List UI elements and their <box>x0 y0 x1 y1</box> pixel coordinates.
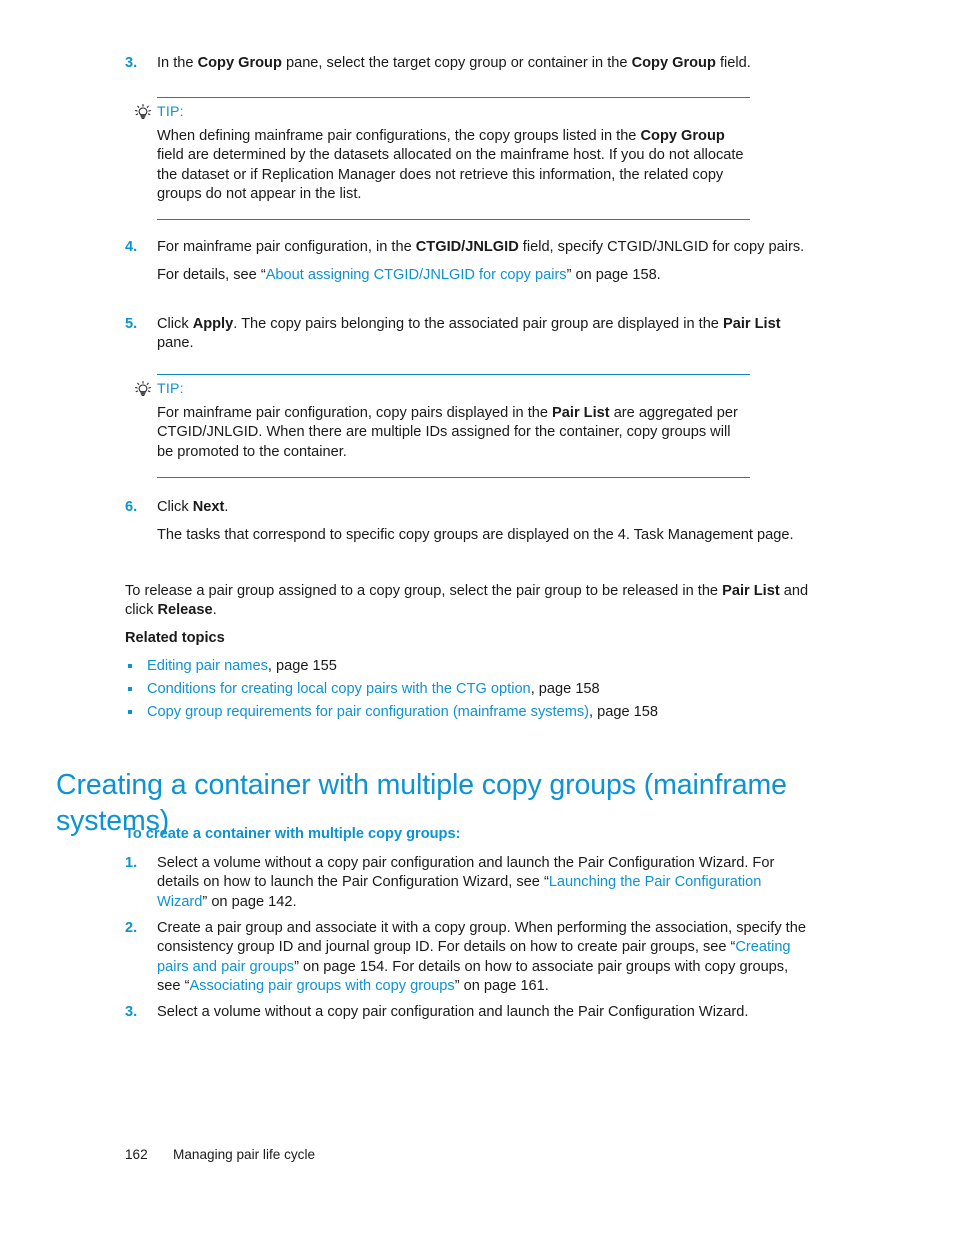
tip-rule-top <box>157 97 750 99</box>
step-continuation: The tasks that correspond to specific co… <box>157 527 794 544</box>
tip-label: TIP: <box>157 104 184 120</box>
list-item-step-3: 3. In the Copy Group pane, select the ta… <box>125 54 815 73</box>
step-number: 1. <box>125 855 138 871</box>
step-number: 3. <box>125 1004 138 1020</box>
tip-rule-top <box>157 374 750 376</box>
related-topics-heading: Related topics <box>125 630 225 646</box>
step-number: 2. <box>125 920 138 936</box>
tip-text-bold: Pair List <box>552 405 610 421</box>
list-item-section-step-3: 3. Select a volume without a copy pair c… <box>125 1003 815 1022</box>
paragraph-fragment: . <box>212 602 217 619</box>
tip-rule-bottom <box>157 477 750 479</box>
lightbulb-icon <box>133 103 153 123</box>
section-subheading: To create a container with multiple copy… <box>125 826 461 842</box>
step-text-fragment: pane, select the target copy group or co… <box>281 55 632 71</box>
lightbulb-icon <box>133 380 153 400</box>
list-item: Editing pair names, page 155 <box>125 655 825 678</box>
step-text-fragment: In the <box>157 55 198 71</box>
step-text: Select a volume without a copy pair conf… <box>157 854 815 912</box>
step-text-bold: Apply <box>192 316 234 332</box>
step-text: Select a volume without a copy pair conf… <box>157 1004 749 1020</box>
release-paragraph: To release a pair group assigned to a co… <box>125 582 815 621</box>
list-item: Conditions for creating local copy pairs… <box>125 678 825 701</box>
step-text-bold: Copy Group <box>631 55 716 71</box>
step-text-bold: Pair List <box>722 316 781 332</box>
step-text-fragment: . <box>224 499 229 515</box>
step-text-fragment: ” on page 142. <box>202 893 297 910</box>
link-associating-pair-groups-with-copy-groups[interactable]: Associating pair groups with copy groups <box>189 978 454 994</box>
related-topics-list: Editing pair names, page 155 Conditions … <box>125 655 825 723</box>
step-number: 3. <box>125 55 138 71</box>
list-item: Copy group requirements for pair configu… <box>125 701 825 724</box>
step-text-bold: Next <box>192 499 225 515</box>
paragraph-bold: Pair List <box>722 583 780 599</box>
step-text-fragment: For mainframe pair configuration, in the <box>157 239 416 255</box>
step-text-fragment: field, specify CTGID/JNLGID for copy pai… <box>518 239 805 255</box>
tip-label: TIP: <box>157 381 184 397</box>
tip-body: For mainframe pair configuration, copy p… <box>157 404 750 462</box>
step-number: 5. <box>125 316 138 332</box>
step-number: 4. <box>125 239 138 255</box>
link-about-assigning-ctgid-jnlgid[interactable]: About assigning CTGID/JNLGID for copy pa… <box>266 267 567 283</box>
step-text-fragment: ” on page 158. <box>566 267 661 284</box>
step-text: Create a pair group and associate it wit… <box>157 919 815 997</box>
step-text-bold: Copy Group <box>197 55 282 71</box>
link-editing-pair-names[interactable]: Editing pair names <box>147 658 268 674</box>
footer-page-number: 162 <box>125 1147 148 1162</box>
tip-box-1: TIP: When defining mainframe pair config… <box>133 97 750 225</box>
list-item-suffix: , page 158 <box>589 703 659 720</box>
step-text-fragment: Click <box>157 316 193 332</box>
list-item-section-step-1: 1. Select a volume without a copy pair c… <box>125 854 815 912</box>
link-copy-group-requirements-mainframe[interactable]: Copy group requirements for pair configu… <box>147 704 589 720</box>
bullet-icon <box>128 664 132 668</box>
step-text-fragment: . The copy pairs belonging to the associ… <box>233 316 723 332</box>
step-text-bold: CTGID/JNLGID <box>415 239 519 255</box>
list-item-step-6: 6. Click Next. The tasks that correspond… <box>125 498 815 546</box>
step-text-fragment: ” on page 161. <box>454 978 549 995</box>
tip-text-fragment: field are determined by the datasets all… <box>157 147 744 203</box>
tip-text-fragment: When defining mainframe pair configurati… <box>157 128 641 144</box>
paragraph-bold: Release <box>157 602 213 619</box>
list-item-section-step-2: 2. Create a pair group and associate it … <box>125 919 815 997</box>
page-footer: 162 Managing pair life cycle <box>125 1146 315 1164</box>
tip-rule-bottom <box>157 219 750 221</box>
step-continuation: For details, see “About assigning CTGID/… <box>157 266 815 285</box>
step-text-fragment: pane. <box>157 335 194 352</box>
step-text: In the Copy Group pane, select the targe… <box>157 54 815 73</box>
list-item-step-5: 5. Click Apply. The copy pairs belonging… <box>125 315 815 354</box>
tip-text-bold: Copy Group <box>640 128 725 144</box>
document-page: 3. In the Copy Group pane, select the ta… <box>0 0 954 1235</box>
list-item-step-4: 4. For mainframe pair configuration, in … <box>125 238 815 286</box>
step-text-fragment: For details, see “ <box>157 267 266 284</box>
list-item-suffix: , page 158 <box>530 680 600 697</box>
footer-section-name: Managing pair life cycle <box>173 1147 316 1162</box>
step-text-fragment: Create a pair group and associate it wit… <box>157 920 806 956</box>
bullet-icon <box>128 709 132 714</box>
paragraph-fragment: To release a pair group assigned to a co… <box>125 583 723 599</box>
step-text: For mainframe pair configuration, in the… <box>157 238 815 257</box>
step-number: 6. <box>125 499 138 515</box>
step-text: Click Next. <box>157 498 815 517</box>
tip-box-2: TIP: For mainframe pair configuration, c… <box>133 374 750 482</box>
bullet-icon <box>128 686 132 691</box>
list-item-suffix: , page 155 <box>267 658 337 674</box>
tip-text-fragment: For mainframe pair configuration, copy p… <box>157 405 553 421</box>
tip-body: When defining mainframe pair configurati… <box>157 127 750 205</box>
link-conditions-local-copy-pairs-ctg[interactable]: Conditions for creating local copy pairs… <box>147 681 531 697</box>
step-text-fragment: field. <box>715 55 751 71</box>
step-text: Click Apply. The copy pairs belonging to… <box>157 315 815 354</box>
step-text-fragment: Click <box>157 499 193 515</box>
